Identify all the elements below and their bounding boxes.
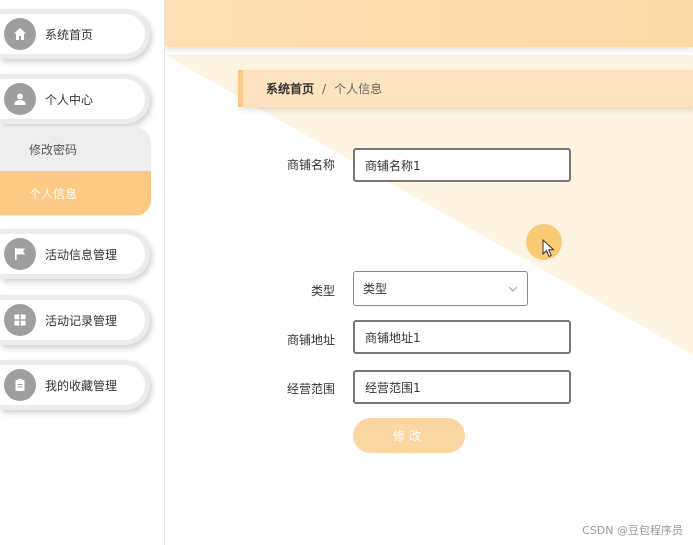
menu-item-label: 系统首页 xyxy=(45,27,94,42)
grid-icon xyxy=(4,304,36,336)
home-icon xyxy=(4,18,36,50)
menu-item-home[interactable]: 系统首页 xyxy=(0,9,150,59)
menu-item-label: 活动记录管理 xyxy=(45,313,118,328)
personal-center-submenu: 修改密码 个人信息 xyxy=(0,127,151,216)
business-scope-input[interactable] xyxy=(353,370,571,404)
shop-name-label: 商铺名称 xyxy=(286,158,335,172)
menu-item-label: 活动信息管理 xyxy=(45,247,118,262)
watermark: CSDN @豆包程序员 xyxy=(582,524,683,537)
menu-item-personal-center[interactable]: 个人中心 xyxy=(0,74,150,124)
mouse-cursor-icon xyxy=(542,239,555,258)
type-select[interactable]: 类型 xyxy=(353,271,528,306)
submenu-item-change-password[interactable]: 修改密码 xyxy=(0,127,151,171)
menu-item-my-favorites[interactable]: 我的收藏管理 xyxy=(0,360,150,410)
breadcrumb: 系统首页 / 个人信息 xyxy=(238,70,693,107)
breadcrumb-separator: / xyxy=(322,81,327,96)
shop-name-input[interactable] xyxy=(353,148,571,182)
submenu-item-personal-info[interactable]: 个人信息 xyxy=(0,171,151,215)
chevron-down-icon xyxy=(508,286,518,292)
type-label: 类型 xyxy=(310,284,335,298)
shop-address-label: 商铺地址 xyxy=(286,333,335,347)
type-select-value: 类型 xyxy=(363,282,388,296)
shop-address-input[interactable] xyxy=(353,320,571,354)
modify-button[interactable]: 修改 xyxy=(353,418,465,453)
main-content: 系统首页 / 个人信息 商铺名称 类型 类型 商铺地址 经营范围 修改 xyxy=(165,0,693,545)
menu-item-label: 个人中心 xyxy=(45,92,94,107)
breadcrumb-current: 个人信息 xyxy=(334,82,383,96)
clipboard-icon xyxy=(4,369,36,401)
flag-icon xyxy=(4,238,36,270)
breadcrumb-home[interactable]: 系统首页 xyxy=(266,80,314,97)
sidebar: 系统首页 个人中心 修改密码 个人信息 活动信息管理 活动记录管理 我的收藏管理 xyxy=(0,0,165,545)
top-header-bar xyxy=(165,0,693,47)
menu-item-label: 我的收藏管理 xyxy=(45,378,118,393)
business-scope-label: 经营范围 xyxy=(286,382,335,396)
menu-item-activity-info[interactable]: 活动信息管理 xyxy=(0,229,150,279)
menu-item-activity-records[interactable]: 活动记录管理 xyxy=(0,295,150,345)
user-icon xyxy=(4,83,36,115)
